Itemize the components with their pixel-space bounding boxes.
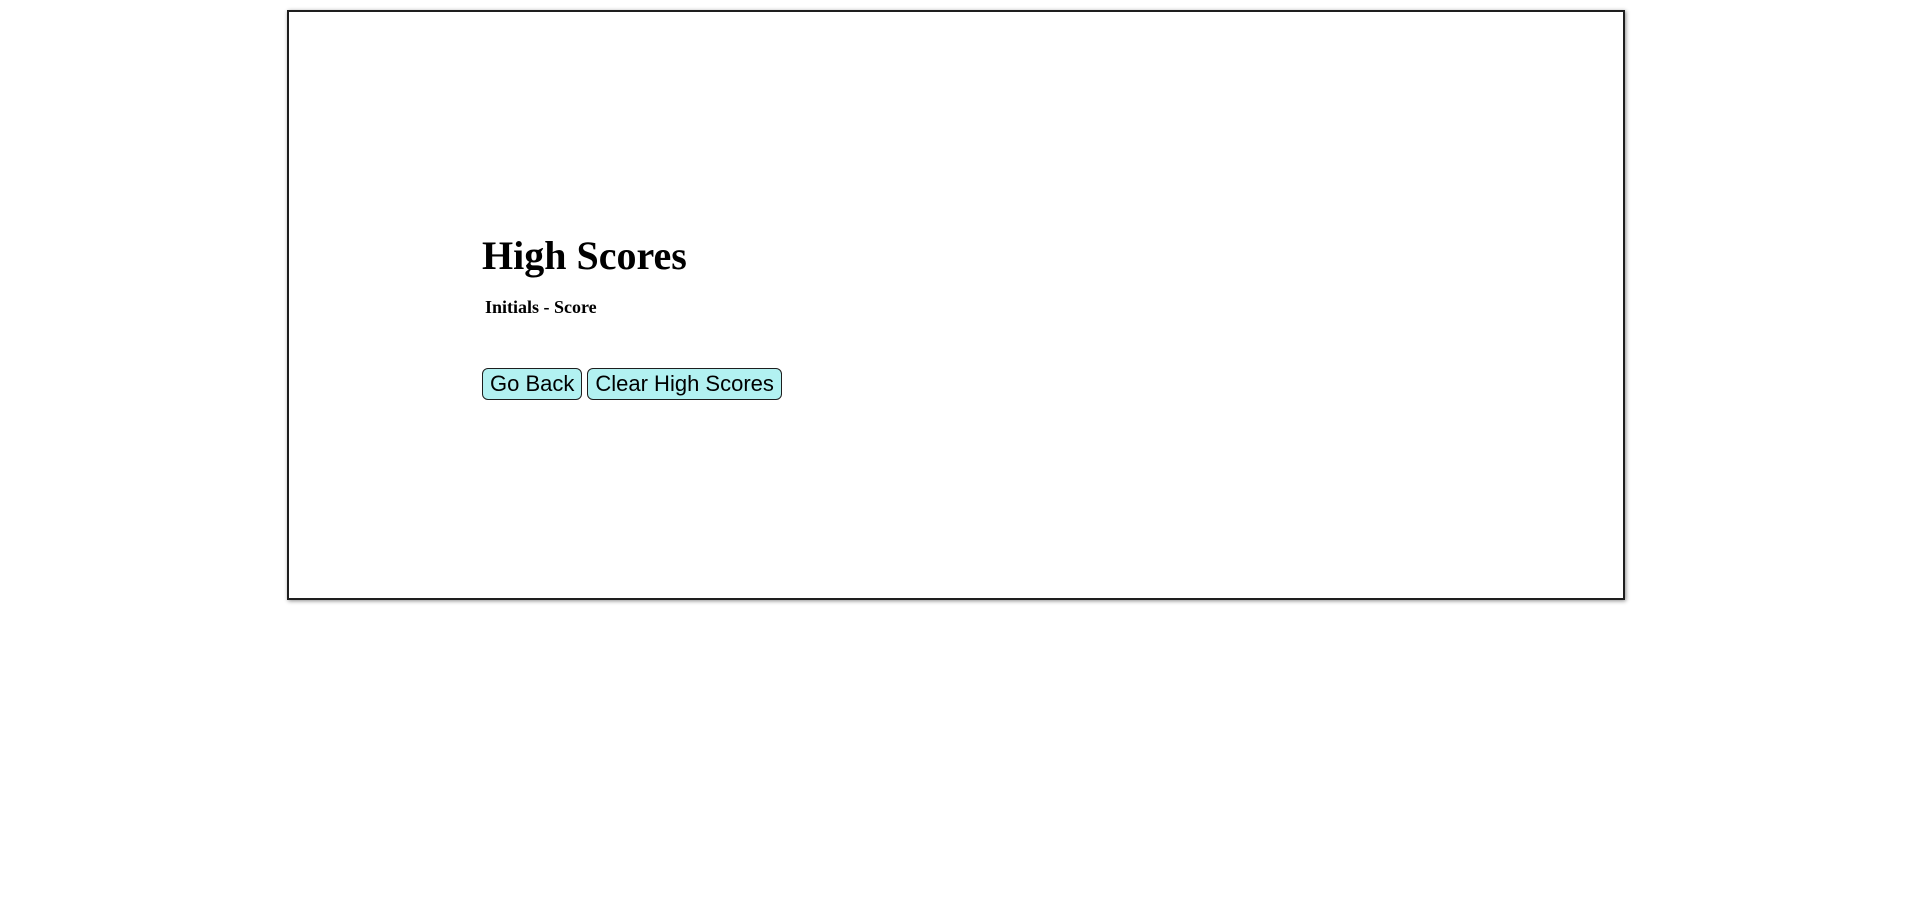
high-scores-list: [482, 318, 782, 330]
page-title: High Scores: [482, 233, 687, 278]
scores-column-header: Initials - Score: [485, 297, 597, 317]
high-scores-content: High Scores Initials - Score Go Back Cle…: [482, 234, 782, 400]
action-buttons: Go Back Clear High Scores: [482, 368, 782, 400]
clear-high-scores-button[interactable]: Clear High Scores: [587, 368, 782, 400]
high-scores-card: High Scores Initials - Score Go Back Cle…: [287, 10, 1625, 600]
go-back-button[interactable]: Go Back: [482, 368, 583, 400]
